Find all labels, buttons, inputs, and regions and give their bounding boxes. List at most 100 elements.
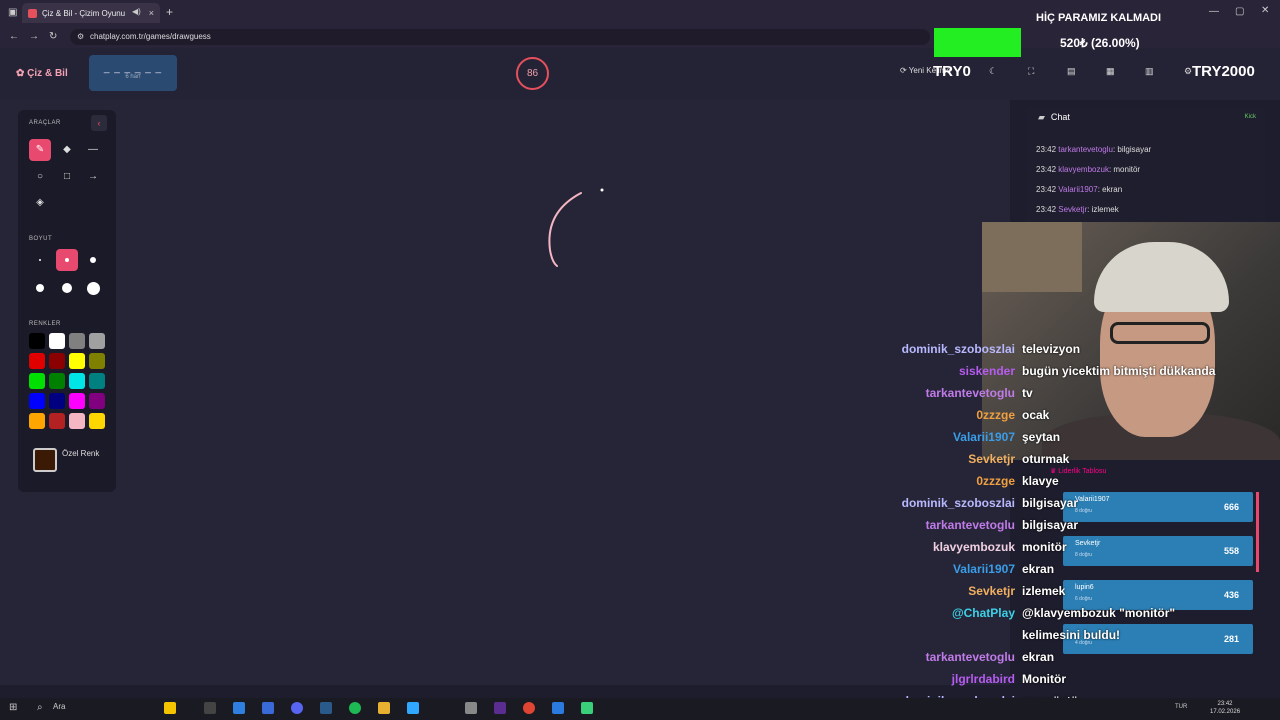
- stream-chat-user: 0zzzge: [976, 408, 1015, 422]
- spotify-icon[interactable]: [349, 702, 361, 714]
- color-swatch[interactable]: [69, 413, 85, 429]
- app-icon[interactable]: [320, 702, 332, 714]
- photoshop-icon[interactable]: [407, 702, 419, 714]
- maximize-icon[interactable]: ▢: [1235, 6, 1244, 17]
- chat-user[interactable]: tarkantevetoglu: [1058, 145, 1113, 154]
- game-icon[interactable]: [465, 702, 477, 714]
- visual-studio-icon[interactable]: [494, 702, 506, 714]
- size-section-label: BOYUT: [29, 236, 53, 242]
- size-sm-button[interactable]: [56, 249, 78, 271]
- copilot-icon[interactable]: [164, 702, 176, 714]
- rectangle-tool-icon[interactable]: □: [56, 166, 78, 188]
- trash-icon[interactable]: ▥: [1145, 66, 1154, 77]
- chat-message: 23:42 tarkantevetoglu: bilgisayar: [1036, 145, 1151, 154]
- streamer-glasses: [1110, 322, 1210, 344]
- color-swatch[interactable]: [89, 413, 105, 429]
- dark-mode-icon[interactable]: ☾: [989, 66, 997, 77]
- color-swatch[interactable]: [29, 413, 45, 429]
- leaderboard-score: 666: [1223, 502, 1239, 512]
- settings-icon[interactable]: ⚙: [1184, 66, 1192, 77]
- color-swatch[interactable]: [89, 353, 105, 369]
- size-xl-button[interactable]: [56, 277, 78, 299]
- circle-tool-icon[interactable]: ○: [29, 166, 51, 188]
- keyboard-icon[interactable]: ▤: [1067, 66, 1076, 77]
- url-field[interactable]: chatplay.com.tr/games/drawguess: [70, 29, 930, 45]
- custom-color-swatch[interactable]: [33, 448, 57, 472]
- close-tab-icon[interactable]: ×: [149, 8, 154, 18]
- store-icon[interactable]: [262, 702, 274, 714]
- color-swatch[interactable]: [69, 333, 85, 349]
- color-swatch[interactable]: [49, 353, 65, 369]
- chatplay-icon[interactable]: [581, 702, 593, 714]
- size-md-button[interactable]: [82, 249, 104, 271]
- task-view-icon[interactable]: [204, 702, 216, 714]
- fill-bucket-icon[interactable]: ◈: [29, 192, 51, 214]
- color-swatch[interactable]: [29, 333, 45, 349]
- folder-icon[interactable]: [378, 702, 390, 714]
- tray-lang[interactable]: TUR: [1175, 704, 1187, 710]
- arrow-tool-icon[interactable]: →: [82, 166, 104, 188]
- forward-icon[interactable]: →: [29, 31, 39, 42]
- app-logo[interactable]: ✿ Çiz & Bil: [16, 68, 68, 79]
- minimize-icon[interactable]: —: [1209, 6, 1219, 17]
- color-swatch[interactable]: [69, 373, 85, 389]
- taskbar: ⊞ ⌕ Ara TUR 23:42 17.02.2026: [0, 698, 1280, 720]
- close-window-icon[interactable]: ✕: [1261, 5, 1269, 16]
- size-xxl-button[interactable]: [82, 277, 104, 299]
- color-swatch[interactable]: [49, 393, 65, 409]
- clock-date: 17.02.2026: [1210, 709, 1241, 715]
- word-blanks: _ _ _ _ _ _: [103, 63, 163, 74]
- stream-chat-user: jlgrlrdabird: [951, 672, 1015, 686]
- collapse-panel-icon[interactable]: ‹: [91, 115, 107, 131]
- tab-list-icon[interactable]: ▣: [8, 7, 17, 18]
- chat-bubble-icon: ▰: [1038, 112, 1045, 122]
- color-swatch[interactable]: [69, 353, 85, 369]
- back-icon[interactable]: ←: [9, 31, 19, 42]
- chat-user[interactable]: Sevketjr: [1058, 205, 1087, 214]
- color-swatch[interactable]: [69, 393, 85, 409]
- start-icon[interactable]: ⊞: [9, 702, 17, 713]
- new-tab-button[interactable]: +: [166, 5, 173, 19]
- color-swatch[interactable]: [29, 353, 45, 369]
- color-swatch[interactable]: [49, 333, 65, 349]
- stream-chat-user: klavyembozuk: [932, 540, 1015, 554]
- fullscreen-icon[interactable]: ⛶: [1028, 66, 1034, 77]
- edge-icon[interactable]: [233, 702, 245, 714]
- archive-icon[interactable]: ▦: [1106, 66, 1115, 77]
- stream-chat-text: televizyon: [1022, 342, 1081, 356]
- taskbar-clock[interactable]: 23:42 17.02.2026: [1210, 700, 1240, 716]
- color-swatch[interactable]: [29, 393, 45, 409]
- tab-audio-icon[interactable]: ◀): [132, 7, 141, 16]
- drawing-canvas[interactable]: [0, 100, 1010, 685]
- color-swatch[interactable]: [29, 373, 45, 389]
- size-lg-button[interactable]: [29, 277, 51, 299]
- color-swatch[interactable]: [49, 413, 65, 429]
- color-swatch[interactable]: [49, 373, 65, 389]
- pen-tool-icon[interactable]: ✎: [29, 139, 51, 161]
- reload-icon[interactable]: ↻: [49, 31, 57, 42]
- chat-user[interactable]: klavyembozuk: [1058, 165, 1109, 174]
- search-icon[interactable]: ⌕: [37, 702, 43, 713]
- chrome-icon[interactable]: [523, 702, 535, 714]
- eraser-tool-icon[interactable]: ◆: [56, 139, 78, 161]
- stream-chat-user: Valarii1907: [952, 562, 1015, 576]
- chat-user[interactable]: Valarii1907: [1058, 185, 1097, 194]
- discord-icon[interactable]: [291, 702, 303, 714]
- chat-message: 23:42 Valarii1907: ekran: [1036, 185, 1122, 194]
- leaderboard-scrollbar[interactable]: [1256, 492, 1259, 572]
- color-swatch[interactable]: [89, 373, 105, 389]
- stream-chat-user: siskender: [958, 364, 1015, 378]
- leaderboard-score: 436: [1223, 590, 1239, 600]
- kick-label: Kick: [1244, 114, 1256, 120]
- size-xs-button[interactable]: [29, 249, 51, 271]
- line-tool-icon[interactable]: —: [82, 139, 104, 161]
- leaderboard-title-text: Liderlik Tablosu: [1058, 468, 1107, 475]
- goal-amount: 520₺ (26.00%): [1060, 36, 1140, 50]
- color-swatch[interactable]: [89, 393, 105, 409]
- color-swatch[interactable]: [89, 333, 105, 349]
- taskbar-search[interactable]: Ara: [53, 702, 65, 711]
- chat-time: 23:42: [1036, 165, 1059, 174]
- editor-icon[interactable]: [552, 702, 564, 714]
- palette-icon: ✿: [16, 68, 28, 79]
- site-info-icon[interactable]: ⚙: [77, 32, 84, 41]
